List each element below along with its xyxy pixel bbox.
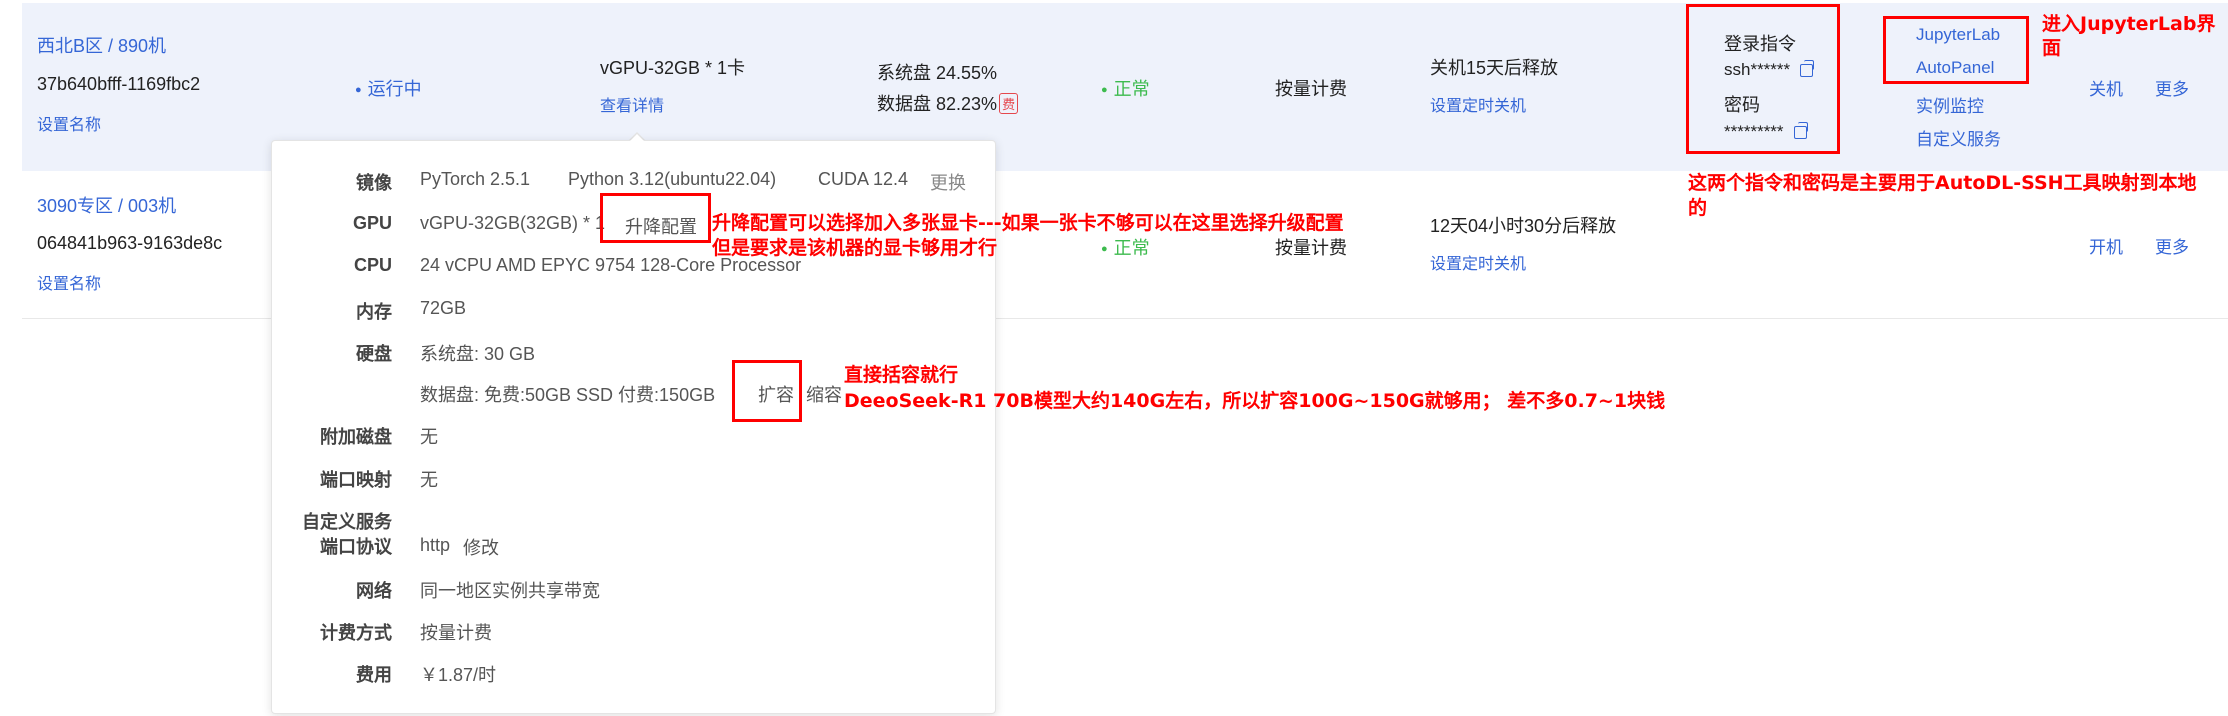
extra-disk-value: 无 [420,427,438,447]
ssh-credentials-highlight [1686,4,1840,154]
expand-disk-highlight [732,360,802,422]
billing-method-value: 按量计费 [420,623,492,643]
gpu-value: vGPU-32GB(32GB) * 1 [420,213,606,233]
region-link[interactable]: 西北B区 / 890机 [37,32,166,58]
popup-arrow-inner [629,134,645,142]
change-image-link[interactable]: 更换 [930,169,966,195]
memory-label: 内存 [356,302,392,322]
instance-id: 37b640bfff-1169fbc2 [37,74,201,94]
annotation-upgrade-line1: 升降配置可以选择加入多张显卡---如果一张卡不够可以在这里选择升级配置 [712,212,1344,234]
shutdown-info: 关机15天后释放 [1430,58,1559,78]
network-value: 同一地区实例共享带宽 [420,581,600,601]
extra-disk-label: 附加磁盘 [320,427,392,447]
schedule-shutdown-link[interactable]: 设置定时关机 [1430,92,1526,116]
custom-service-link[interactable]: 自定义服务 [1916,125,2001,150]
shutdown-button[interactable]: 关机 [2089,75,2123,100]
instance-id: 064841b963-9163de8c [37,233,223,253]
instance-monitor-link[interactable]: 实例监控 [1916,92,1984,117]
cost-value: ￥1.87/时 [420,665,497,685]
data-disk-text: 数据盘 82.23% [877,94,998,114]
custom-service-value: http [420,535,451,555]
billing-mode: 按量计费 [1275,238,1347,258]
annotation-upgrade-line2: 但是要求是该机器的显卡够用才行 [712,237,998,259]
status-running: 运行中 [355,75,422,101]
shrink-disk-link[interactable]: 缩容 [806,381,842,407]
set-name-link[interactable]: 设置名称 [37,111,101,135]
system-disk-usage: 系统盘 24.55% [877,63,998,83]
cpu-label: CPU [353,255,392,275]
annotation-jupyter-line1: 进入JupyterLab界 [2042,13,2216,35]
data-disk-usage: 数据盘 82.23% 费 [877,90,1019,116]
annotation-ssh-line2: 的 [1688,197,1708,219]
shutdown-info: 12天04小时30分后释放 [1430,216,1617,236]
health-status: 正常 [1101,234,1150,260]
image-label: 镜像 [356,173,392,193]
more-button[interactable]: 更多 [2155,75,2189,100]
custom-service-label: 自定义服务 [302,512,392,532]
jupyter-links-highlight [1883,16,2029,84]
system-disk-value: 系统盘: 30 GB [420,344,536,364]
image-cuda: CUDA 12.4 [818,169,909,189]
schedule-shutdown-link[interactable]: 设置定时关机 [1430,250,1526,274]
image-pytorch: PyTorch 2.5.1 [420,169,531,189]
annotation-expand-line1: 直接括容就行 [844,364,959,386]
cost-label: 费用 [356,665,392,685]
network-label: 网络 [356,581,392,601]
gpu-spec: vGPU-32GB * 1卡 [600,58,746,78]
billing-method-label: 计费方式 [320,623,392,643]
disk-label: 硬盘 [356,344,392,364]
fee-badge[interactable]: 费 [999,93,1019,114]
gpu-label: GPU [352,213,392,233]
port-map-value: 无 [420,470,438,490]
image-python: Python 3.12(ubuntu22.04) [568,169,777,189]
power-on-button[interactable]: 开机 [2089,233,2123,258]
memory-value: 72GB [420,298,467,318]
edit-custom-service-link[interactable]: 修改 [463,534,499,560]
port-map-label: 端口映射 [320,470,392,490]
annotation-expand-line2: DeeoSeek-R1 70B模型大约140G左右，所以扩容100G~150G就… [844,390,1666,412]
more-button[interactable]: 更多 [2155,233,2189,258]
billing-mode: 按量计费 [1275,79,1347,99]
annotation-jupyter-line2: 面 [2042,37,2062,59]
view-details-link[interactable]: 查看详情 [600,92,664,116]
port-protocol-label: 端口协议 [320,537,392,557]
annotation-ssh-line1: 这两个指令和密码是主要用于AutoDL-SSH工具映射到本地 [1688,172,2197,194]
region-link[interactable]: 3090专区 / 003机 [37,192,176,218]
set-name-link[interactable]: 设置名称 [37,270,101,294]
upgrade-config-highlight [600,193,711,243]
health-status: 正常 [1101,75,1150,101]
data-disk-value: 数据盘: 免费:50GB SSD 付费:150GB [420,385,716,405]
